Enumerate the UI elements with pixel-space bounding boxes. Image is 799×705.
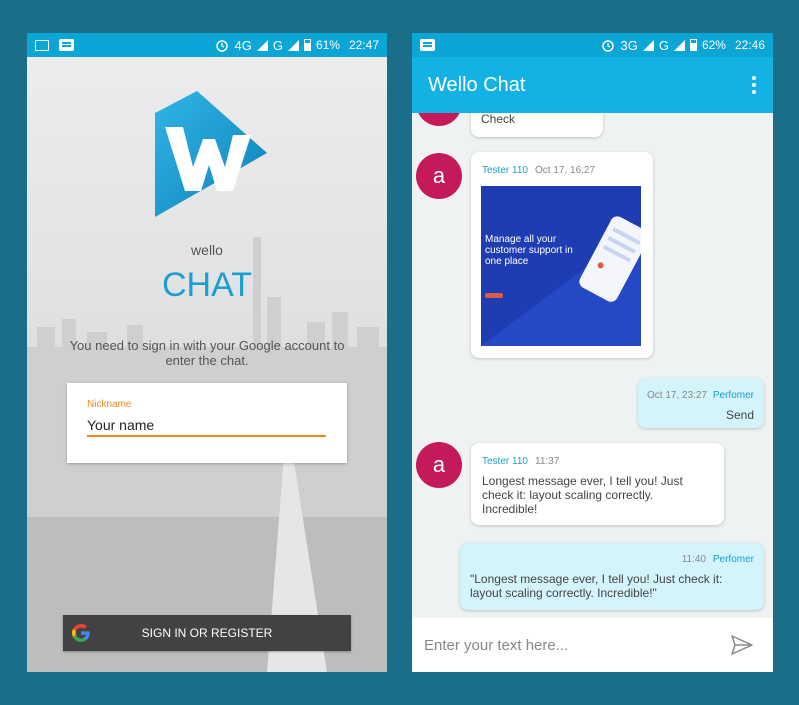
avatar bbox=[416, 113, 462, 126]
status-bar: 3G G 62% 22:46 bbox=[412, 33, 773, 57]
signal-icon bbox=[256, 39, 268, 51]
nickname-card: Nickname bbox=[67, 383, 347, 463]
status-bar: 4G G 61% 22:47 bbox=[27, 33, 387, 57]
signin-message: You need to sign in with your Google acc… bbox=[69, 338, 345, 368]
message-time: Oct 17, 23:27 bbox=[647, 390, 708, 401]
message-time: 11:37 bbox=[535, 456, 560, 467]
battery-percent: 61% bbox=[315, 38, 340, 52]
network-type: 3G bbox=[620, 37, 638, 53]
overflow-menu-icon[interactable] bbox=[751, 76, 757, 94]
message-text: Send bbox=[725, 408, 754, 422]
message-author: Perfomer bbox=[712, 390, 754, 401]
login-screen: 4G G 61% 22:47 wello CHAT You need to si… bbox=[27, 33, 387, 672]
send-icon[interactable] bbox=[731, 635, 753, 655]
message-text: Check bbox=[481, 113, 516, 126]
message-author: Tester 110 bbox=[482, 165, 528, 176]
message-list[interactable]: Check a Tester 110 Oct 17, 16:27 Manage … bbox=[412, 113, 773, 618]
wello-logo-icon bbox=[155, 91, 267, 217]
network-type-2: G bbox=[658, 37, 669, 53]
message-author: Tester 110 bbox=[482, 456, 528, 467]
message-input-bar bbox=[412, 618, 773, 672]
battery-percent: 62% bbox=[701, 38, 726, 52]
my-message-bubble: 11:40 Perfomer "Longest message ever, I … bbox=[460, 543, 764, 610]
message-input[interactable] bbox=[424, 634, 704, 656]
app-name-big: CHAT bbox=[161, 266, 253, 304]
shared-image[interactable]: Manage all your customer support in one … bbox=[481, 186, 641, 346]
image-headline: Manage all your customer support in one … bbox=[485, 234, 573, 267]
message-bubble: Check bbox=[471, 113, 603, 137]
app-name-small: wello bbox=[191, 242, 223, 258]
message-text: "Longest message ever, I tell you! Just … bbox=[470, 572, 723, 600]
message-time: 11:40 bbox=[681, 554, 706, 565]
chat-title: Wello Chat bbox=[428, 74, 526, 96]
network-type: 4G bbox=[234, 37, 252, 53]
signal-icon bbox=[673, 39, 685, 51]
message-author: Perfomer bbox=[712, 554, 754, 565]
message-notification-icon bbox=[420, 39, 435, 51]
message-bubble: Tester 110 11:37 Longest message ever, I… bbox=[471, 443, 724, 525]
battery-icon bbox=[689, 39, 697, 51]
message-bubble: Tester 110 Oct 17, 16:27 Manage all your bbox=[471, 152, 653, 358]
image-notification-icon bbox=[35, 39, 49, 51]
avatar: a bbox=[416, 442, 462, 488]
signal-icon bbox=[287, 39, 299, 51]
clock: 22:47 bbox=[348, 38, 379, 52]
signin-button-label: SIGN IN OR REGISTER bbox=[141, 626, 273, 640]
nickname-label: Nickname bbox=[87, 399, 132, 410]
google-icon bbox=[72, 624, 90, 642]
avatar: a bbox=[416, 153, 462, 199]
my-message-bubble: Oct 17, 23:27 Perfomer Send bbox=[638, 378, 764, 428]
message-text: Longest message ever, I tell you! Just c… bbox=[482, 474, 683, 516]
nickname-field[interactable] bbox=[87, 415, 326, 437]
signin-button[interactable]: SIGN IN OR REGISTER bbox=[63, 615, 351, 651]
signal-icon bbox=[642, 39, 654, 51]
message-notification-icon bbox=[59, 39, 74, 51]
message-time: Oct 17, 16:27 bbox=[535, 165, 596, 176]
alarm-icon bbox=[216, 40, 229, 52]
battery-icon bbox=[303, 39, 311, 51]
app-bar: Wello Chat bbox=[412, 57, 773, 113]
clock: 22:46 bbox=[734, 38, 765, 52]
alarm-icon bbox=[602, 40, 615, 52]
chat-screen: 3G G 62% 22:46 Wello Chat Check a Tester… bbox=[412, 33, 773, 672]
network-type-2: G bbox=[272, 37, 283, 53]
